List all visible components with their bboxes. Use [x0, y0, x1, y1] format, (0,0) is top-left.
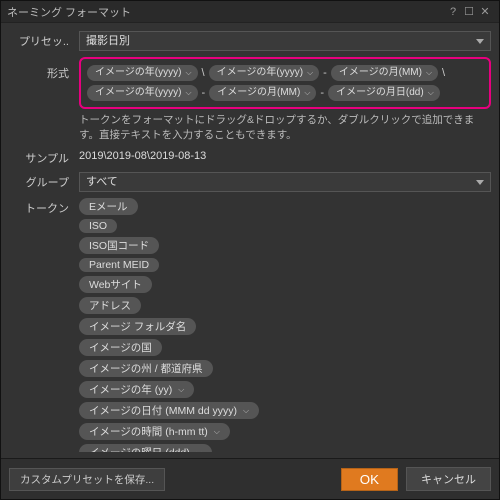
maximize-icon[interactable]: ☐: [461, 5, 477, 18]
preset-label: プリセッ..: [9, 31, 79, 49]
chevron-down-icon[interactable]: ⌵: [428, 86, 434, 100]
token-pill[interactable]: ISO: [79, 219, 117, 233]
format-separator: \: [200, 67, 207, 79]
token-pill[interactable]: Webサイト: [79, 276, 152, 293]
group-select[interactable]: すべて: [79, 172, 491, 192]
chevron-down-icon[interactable]: ⌵: [214, 427, 220, 437]
chevron-down-icon[interactable]: ⌵: [426, 66, 432, 80]
group-value: すべて: [86, 176, 118, 188]
chevron-down-icon[interactable]: ⌵: [185, 66, 191, 80]
chevron-down-icon[interactable]: ⌵: [243, 406, 249, 416]
chevron-down-icon[interactable]: ⌵: [178, 385, 184, 395]
token-pill[interactable]: Parent MEID: [79, 258, 159, 272]
titlebar: ネーミング フォーマット ? ☐ ✕: [1, 1, 499, 23]
sample-label: サンプル: [9, 148, 79, 166]
chevron-down-icon[interactable]: ⌵: [304, 86, 310, 100]
format-separator: -: [318, 87, 326, 99]
dialog-window: ネーミング フォーマット ? ☐ ✕ プリセッ.. 撮影日別 形式 イメージの年…: [0, 0, 500, 500]
dialog-title: ネーミング フォーマット: [7, 4, 445, 20]
format-token-pill[interactable]: イメージの月(MM)⌵: [209, 85, 316, 101]
format-separator: -: [200, 87, 208, 99]
format-token-pill[interactable]: イメージの月日(dd)⌵: [328, 85, 440, 101]
format-token-pill[interactable]: イメージの年(yyyy)⌵: [87, 65, 198, 81]
sample-value: 2019\2019-08\2019-08-13: [79, 148, 491, 162]
format-token-pill[interactable]: イメージの年(yyyy)⌵: [87, 85, 198, 101]
chevron-down-icon[interactable]: ⌵: [196, 448, 202, 452]
dialog-footer: カスタムプリセットを保存... OK キャンセル: [1, 458, 499, 499]
token-list: Eメール ISO ISO国コード Parent MEID Webサイトアドレスイメージ …: [79, 198, 491, 452]
format-label: 形式: [9, 57, 79, 81]
format-separator: \: [440, 67, 447, 79]
group-label: グループ: [9, 172, 79, 190]
format-separator: -: [321, 67, 329, 79]
cancel-button[interactable]: キャンセル: [406, 467, 491, 491]
token-pill[interactable]: ISO国コード: [79, 237, 159, 254]
preset-value: 撮影日別: [86, 35, 130, 47]
close-icon[interactable]: ✕: [477, 5, 493, 18]
ok-button[interactable]: OK: [341, 468, 398, 491]
chevron-down-icon[interactable]: ⌵: [307, 66, 313, 80]
token-pill[interactable]: イメージの日付 (MMM dd yyyy)⌵: [79, 402, 259, 419]
token-pill[interactable]: イメージの州 / 都道府県: [79, 360, 213, 377]
format-field[interactable]: イメージの年(yyyy)⌵\イメージの年(yyyy)⌵-イメージの月(MM)⌵\…: [79, 57, 491, 109]
token-pill[interactable]: Eメール: [79, 198, 138, 215]
format-token-pill[interactable]: イメージの年(yyyy)⌵: [209, 65, 320, 81]
token-pill[interactable]: イメージの年 (yy)⌵: [79, 381, 194, 398]
token-pill[interactable]: アドレス: [79, 297, 141, 314]
token-pill[interactable]: イメージの国: [79, 339, 162, 356]
token-pill[interactable]: イメージの曜日 (ddd)⌵: [79, 444, 212, 452]
dialog-content: プリセッ.. 撮影日別 形式 イメージの年(yyyy)⌵\イメージの年(yyyy…: [1, 23, 499, 458]
format-token-pill[interactable]: イメージの月(MM)⌵: [331, 65, 438, 81]
save-preset-button[interactable]: カスタムプリセットを保存...: [9, 468, 165, 491]
token-pill[interactable]: イメージの時間 (h-mm tt)⌵: [79, 423, 230, 440]
chevron-down-icon[interactable]: ⌵: [185, 86, 191, 100]
token-pill[interactable]: イメージ フォルダ名: [79, 318, 196, 335]
preset-select[interactable]: 撮影日別: [79, 31, 491, 51]
token-label: トークン: [9, 198, 79, 216]
help-icon[interactable]: ?: [445, 6, 461, 18]
format-help-text: トークンをフォーマットにドラッグ&ドロップするか、ダブルクリックで追加できます。…: [79, 113, 491, 142]
